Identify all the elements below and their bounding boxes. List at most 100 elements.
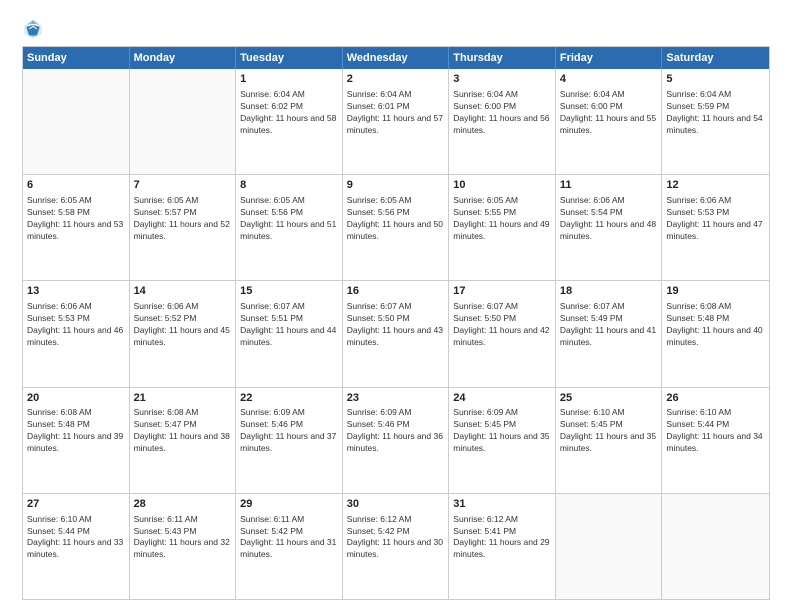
header-day-monday: Monday	[130, 47, 237, 69]
calendar-cell: 16 Sunrise: 6:07 AM Sunset: 5:50 PM Dayli…	[343, 281, 450, 386]
calendar-cell: 30Sunrise: 6:12 AM Sunset: 5:42 PM Dayli…	[343, 494, 450, 599]
cell-text: Sunrise: 6:10 AM Sunset: 5:45 PM Dayligh…	[560, 407, 658, 455]
day-number: 23	[347, 391, 445, 406]
day-number: 20	[27, 391, 125, 406]
calendar-cell: 3Sunrise: 6:04 AM Sunset: 6:00 PM Daylig…	[449, 69, 556, 174]
calendar-cell: 24Sunrise: 6:09 AM Sunset: 5:45 PM Dayli…	[449, 388, 556, 493]
day-number: 11	[560, 178, 658, 193]
day-number: 27	[27, 497, 125, 512]
cell-text: Sunrise: 6:05 AM Sunset: 5:58 PM Dayligh…	[27, 195, 125, 243]
cell-text: Sunrise: 6:07 AM Sunset: 5:51 PM Dayligh…	[240, 301, 338, 349]
cell-text: Sunrise: 6:04 AM Sunset: 6:01 PM Dayligh…	[347, 89, 445, 137]
header-day-wednesday: Wednesday	[343, 47, 450, 69]
calendar-cell: 21Sunrise: 6:08 AM Sunset: 5:47 PM Dayli…	[130, 388, 237, 493]
calendar-cell: 6 Sunrise: 6:05 AM Sunset: 5:58 PM Daylig…	[23, 175, 130, 280]
cell-text: Sunrise: 6:04 AM Sunset: 6:00 PM Dayligh…	[453, 89, 551, 137]
calendar-cell: 4 Sunrise: 6:04 AM Sunset: 6:00 PM Daylig…	[556, 69, 663, 174]
day-number: 21	[134, 391, 232, 406]
calendar-cell: 15 Sunrise: 6:07 AM Sunset: 5:51 PM Dayli…	[236, 281, 343, 386]
header-day-saturday: Saturday	[662, 47, 769, 69]
calendar-cell: 10Sunrise: 6:05 AM Sunset: 5:55 PM Dayli…	[449, 175, 556, 280]
header	[22, 18, 770, 40]
day-number: 28	[134, 497, 232, 512]
calendar-cell: 22Sunrise: 6:09 AM Sunset: 5:46 PM Dayli…	[236, 388, 343, 493]
day-number: 24	[453, 391, 551, 406]
calendar-cell: 25Sunrise: 6:10 AM Sunset: 5:45 PM Dayli…	[556, 388, 663, 493]
calendar-cell: 13 Sunrise: 6:06 AM Sunset: 5:53 PM Dayli…	[23, 281, 130, 386]
header-day-tuesday: Tuesday	[236, 47, 343, 69]
header-day-friday: Friday	[556, 47, 663, 69]
day-number: 16	[347, 284, 445, 299]
calendar-cell: 26Sunrise: 6:10 AM Sunset: 5:44 PM Dayli…	[662, 388, 769, 493]
day-number: 19	[666, 284, 765, 299]
day-number: 14	[134, 284, 232, 299]
calendar-cell	[556, 494, 663, 599]
cell-text: Sunrise: 6:05 AM Sunset: 5:55 PM Dayligh…	[453, 195, 551, 243]
cell-text: Sunrise: 6:06 AM Sunset: 5:54 PM Dayligh…	[560, 195, 658, 243]
cell-text: Sunrise: 6:11 AM Sunset: 5:43 PM Dayligh…	[134, 514, 232, 562]
day-number: 4	[560, 72, 658, 87]
header-day-sunday: Sunday	[23, 47, 130, 69]
logo-icon	[22, 18, 44, 40]
calendar-cell: 7 Sunrise: 6:05 AM Sunset: 5:57 PM Daylig…	[130, 175, 237, 280]
cell-text: Sunrise: 6:05 AM Sunset: 5:56 PM Dayligh…	[347, 195, 445, 243]
calendar-week-2: 6 Sunrise: 6:05 AM Sunset: 5:58 PM Daylig…	[23, 174, 769, 280]
calendar: SundayMondayTuesdayWednesdayThursdayFrid…	[22, 46, 770, 600]
cell-text: Sunrise: 6:07 AM Sunset: 5:50 PM Dayligh…	[347, 301, 445, 349]
cell-text: Sunrise: 6:12 AM Sunset: 5:41 PM Dayligh…	[453, 514, 551, 562]
cell-text: Sunrise: 6:05 AM Sunset: 5:56 PM Dayligh…	[240, 195, 338, 243]
cell-text: Sunrise: 6:05 AM Sunset: 5:57 PM Dayligh…	[134, 195, 232, 243]
day-number: 18	[560, 284, 658, 299]
calendar-cell	[662, 494, 769, 599]
day-number: 2	[347, 72, 445, 87]
calendar-cell: 5 Sunrise: 6:04 AM Sunset: 5:59 PM Daylig…	[662, 69, 769, 174]
cell-text: Sunrise: 6:08 AM Sunset: 5:48 PM Dayligh…	[666, 301, 765, 349]
cell-text: Sunrise: 6:07 AM Sunset: 5:50 PM Dayligh…	[453, 301, 551, 349]
calendar-cell: 14 Sunrise: 6:06 AM Sunset: 5:52 PM Dayli…	[130, 281, 237, 386]
cell-text: Sunrise: 6:04 AM Sunset: 6:00 PM Dayligh…	[560, 89, 658, 137]
cell-text: Sunrise: 6:06 AM Sunset: 5:53 PM Dayligh…	[27, 301, 125, 349]
cell-text: Sunrise: 6:11 AM Sunset: 5:42 PM Dayligh…	[240, 514, 338, 562]
calendar-cell: 9Sunrise: 6:05 AM Sunset: 5:56 PM Daylig…	[343, 175, 450, 280]
calendar-cell: 31 Sunrise: 6:12 AM Sunset: 5:41 PM Dayli…	[449, 494, 556, 599]
cell-text: Sunrise: 6:06 AM Sunset: 5:53 PM Dayligh…	[666, 195, 765, 243]
page: SundayMondayTuesdayWednesdayThursdayFrid…	[0, 0, 792, 612]
calendar-cell: 1Sunrise: 6:04 AM Sunset: 6:02 PM Daylig…	[236, 69, 343, 174]
day-number: 13	[27, 284, 125, 299]
calendar-week-4: 20Sunrise: 6:08 AM Sunset: 5:48 PM Dayli…	[23, 387, 769, 493]
calendar-cell: 2 Sunrise: 6:04 AM Sunset: 6:01 PM Daylig…	[343, 69, 450, 174]
calendar-cell: 23Sunrise: 6:09 AM Sunset: 5:46 PM Dayli…	[343, 388, 450, 493]
calendar-week-5: 27Sunrise: 6:10 AM Sunset: 5:44 PM Dayli…	[23, 493, 769, 599]
calendar-cell: 28 Sunrise: 6:11 AM Sunset: 5:43 PM Dayli…	[130, 494, 237, 599]
calendar-cell: 27Sunrise: 6:10 AM Sunset: 5:44 PM Dayli…	[23, 494, 130, 599]
day-number: 7	[134, 178, 232, 193]
cell-text: Sunrise: 6:04 AM Sunset: 5:59 PM Dayligh…	[666, 89, 765, 137]
cell-text: Sunrise: 6:06 AM Sunset: 5:52 PM Dayligh…	[134, 301, 232, 349]
cell-text: Sunrise: 6:09 AM Sunset: 5:46 PM Dayligh…	[240, 407, 338, 455]
cell-text: Sunrise: 6:10 AM Sunset: 5:44 PM Dayligh…	[666, 407, 765, 455]
calendar-cell: 8 Sunrise: 6:05 AM Sunset: 5:56 PM Daylig…	[236, 175, 343, 280]
cell-text: Sunrise: 6:07 AM Sunset: 5:49 PM Dayligh…	[560, 301, 658, 349]
day-number: 25	[560, 391, 658, 406]
calendar-cell	[23, 69, 130, 174]
calendar-body: 1Sunrise: 6:04 AM Sunset: 6:02 PM Daylig…	[23, 69, 769, 599]
calendar-cell: 18 Sunrise: 6:07 AM Sunset: 5:49 PM Dayli…	[556, 281, 663, 386]
calendar-cell: 17Sunrise: 6:07 AM Sunset: 5:50 PM Dayli…	[449, 281, 556, 386]
day-number: 15	[240, 284, 338, 299]
calendar-cell: 29 Sunrise: 6:11 AM Sunset: 5:42 PM Dayli…	[236, 494, 343, 599]
day-number: 8	[240, 178, 338, 193]
cell-text: Sunrise: 6:08 AM Sunset: 5:47 PM Dayligh…	[134, 407, 232, 455]
calendar-week-1: 1Sunrise: 6:04 AM Sunset: 6:02 PM Daylig…	[23, 69, 769, 174]
calendar-week-3: 13 Sunrise: 6:06 AM Sunset: 5:53 PM Dayli…	[23, 280, 769, 386]
day-number: 6	[27, 178, 125, 193]
calendar-cell: 12Sunrise: 6:06 AM Sunset: 5:53 PM Dayli…	[662, 175, 769, 280]
cell-text: Sunrise: 6:09 AM Sunset: 5:45 PM Dayligh…	[453, 407, 551, 455]
day-number: 22	[240, 391, 338, 406]
day-number: 29	[240, 497, 338, 512]
day-number: 5	[666, 72, 765, 87]
day-number: 31	[453, 497, 551, 512]
day-number: 26	[666, 391, 765, 406]
calendar-cell	[130, 69, 237, 174]
cell-text: Sunrise: 6:04 AM Sunset: 6:02 PM Dayligh…	[240, 89, 338, 137]
calendar-cell: 20Sunrise: 6:08 AM Sunset: 5:48 PM Dayli…	[23, 388, 130, 493]
